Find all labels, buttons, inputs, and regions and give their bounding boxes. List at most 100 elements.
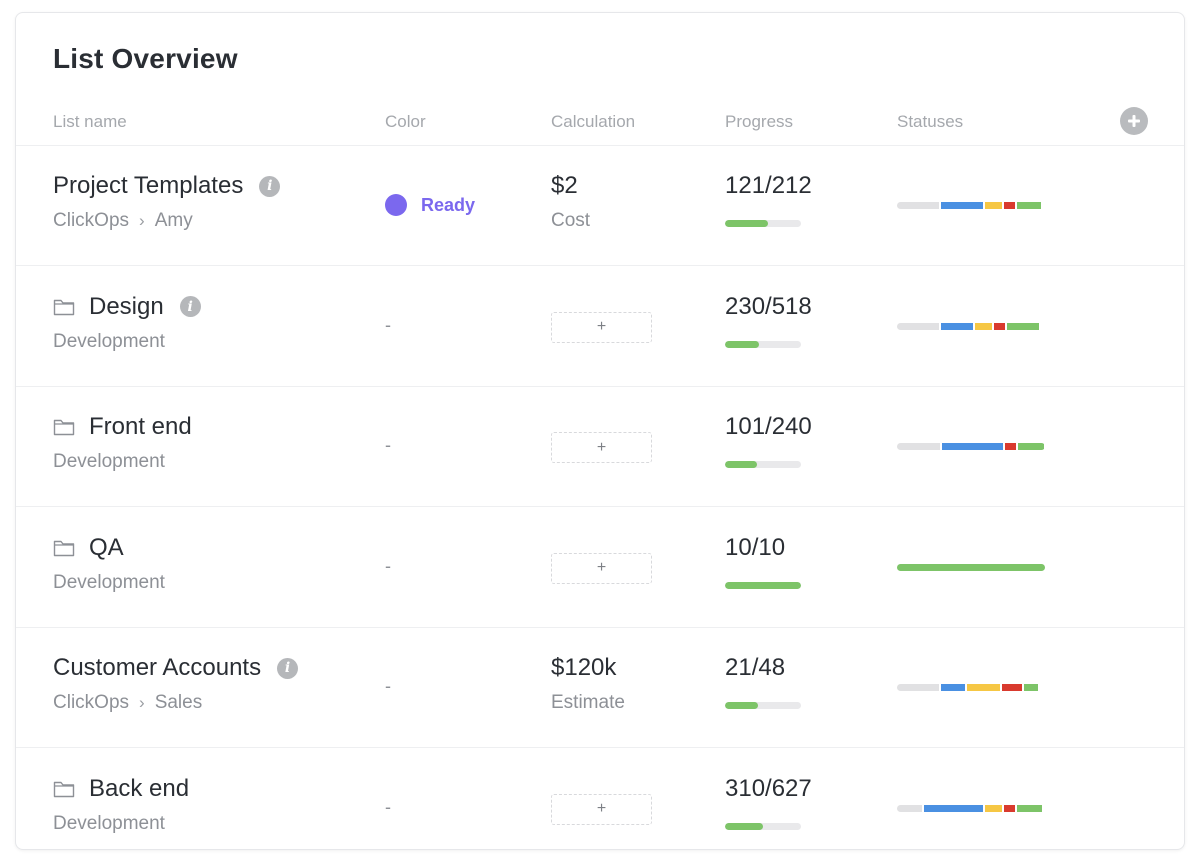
progress-bar-fill: [725, 340, 759, 348]
page-title: List Overview: [53, 43, 238, 74]
calculation-label: Cost: [551, 210, 591, 231]
info-icon[interactable]: i: [179, 296, 201, 317]
status-segment-review[interactable]: [985, 804, 1002, 812]
table-row[interactable]: Design i Development - + 230/518: [16, 267, 1184, 387]
list-location: Development: [53, 330, 165, 352]
progress-bar: [725, 220, 801, 227]
info-icon[interactable]: i: [259, 175, 281, 197]
list-name[interactable]: Project Templates i: [53, 172, 281, 200]
progress-bar-fill: [725, 220, 769, 227]
status-segment-review[interactable]: [985, 202, 1002, 209]
status-segment-blocked[interactable]: [994, 322, 1006, 330]
calculation-value[interactable]: $120k: [551, 654, 616, 682]
progress-count: 10/10: [725, 533, 786, 561]
table-row[interactable]: QA Development - + 10/10: [16, 508, 1184, 628]
add-calculation-button[interactable]: +: [551, 432, 652, 463]
progress-bar: [725, 340, 801, 348]
add-column-button[interactable]: [1120, 107, 1148, 135]
list-name-text: QA: [89, 533, 124, 561]
progress-bar-fill: [725, 461, 757, 468]
progress-count: 310/627: [725, 774, 812, 802]
empty-color[interactable]: -: [385, 676, 391, 697]
breadcrumb: ClickOps › Sales: [53, 692, 202, 714]
status-segment-review[interactable]: [975, 322, 992, 330]
status-distribution-bar[interactable]: [897, 804, 1045, 812]
calculation-label: Estimate: [551, 692, 625, 713]
info-icon[interactable]: i: [277, 657, 299, 679]
list-location: Development: [53, 451, 165, 472]
list-overview-card: List Overview List name Color Calculatio…: [15, 12, 1185, 850]
status-distribution-bar[interactable]: [897, 443, 1045, 450]
color-tag[interactable]: Ready: [385, 194, 475, 216]
status-segment-done[interactable]: [1017, 804, 1043, 812]
breadcrumb-item[interactable]: Amy: [155, 210, 193, 232]
status-segment-done[interactable]: [897, 563, 1045, 571]
status-segment-in-progress[interactable]: [941, 684, 965, 691]
status-segment-done[interactable]: [1007, 322, 1040, 330]
progress-count: 230/518: [725, 292, 812, 320]
list-name[interactable]: Back end: [53, 775, 189, 803]
list-name[interactable]: Customer Accounts i: [53, 654, 299, 682]
list-name[interactable]: Design i: [53, 293, 201, 321]
list-location: Development: [53, 812, 165, 834]
empty-color[interactable]: -: [385, 315, 391, 336]
add-calculation-button[interactable]: +: [551, 311, 652, 343]
breadcrumb-item[interactable]: ClickOps: [53, 692, 129, 714]
table-row[interactable]: Back end Development - + 310/627: [16, 749, 1184, 850]
table-header: List name Color Calculation Progress Sta…: [16, 105, 1184, 146]
list-name-text: Back end: [89, 774, 190, 802]
folder-icon: [53, 781, 75, 797]
status-segment-todo[interactable]: [897, 804, 923, 812]
table-row[interactable]: Front end Development - + 101/240: [16, 387, 1184, 507]
status-segment-blocked[interactable]: [1003, 804, 1015, 812]
column-header-statuses[interactable]: Statuses: [897, 112, 963, 132]
progress-bar-fill: [725, 822, 763, 830]
status-distribution-bar[interactable]: [897, 202, 1045, 209]
breadcrumb-item[interactable]: ClickOps: [53, 210, 129, 232]
calculation-value[interactable]: $2: [551, 172, 578, 200]
empty-color[interactable]: -: [385, 797, 391, 818]
status-segment-done[interactable]: [1018, 443, 1044, 450]
status-distribution-bar[interactable]: [897, 322, 1045, 330]
status-distribution-bar[interactable]: [897, 563, 1045, 571]
plus-circle-icon: [1128, 115, 1140, 127]
list-name-text: Project Templates: [53, 172, 244, 199]
status-segment-in-progress[interactable]: [941, 322, 974, 330]
status-segment-todo[interactable]: [897, 684, 939, 691]
status-segment-in-progress[interactable]: [924, 804, 983, 812]
breadcrumb-item[interactable]: Sales: [155, 692, 203, 714]
empty-color[interactable]: -: [385, 435, 391, 456]
status-segment-blocked[interactable]: [1003, 202, 1015, 209]
status-segment-todo[interactable]: [897, 322, 939, 330]
add-calculation-button[interactable]: +: [551, 552, 652, 584]
table-row[interactable]: Project Templates i ClickOps › Amy Ready $…: [16, 146, 1184, 266]
color-dot-icon: [385, 194, 407, 216]
status-segment-done[interactable]: [1017, 202, 1041, 209]
table-row[interactable]: Customer Accounts i ClickOps › Sales - $12…: [16, 628, 1184, 748]
progress-bar: [725, 461, 801, 468]
progress-count: 121/212: [725, 172, 812, 199]
status-segment-todo[interactable]: [897, 443, 940, 450]
empty-color[interactable]: -: [385, 556, 391, 577]
list-name-text: Customer Accounts: [53, 654, 262, 681]
add-calculation-button[interactable]: +: [551, 793, 652, 825]
status-segment-in-progress[interactable]: [941, 443, 1003, 450]
status-segment-done[interactable]: [1023, 684, 1038, 691]
column-header-color[interactable]: Color: [385, 112, 426, 132]
column-header-list-name[interactable]: List name: [53, 112, 127, 132]
progress-bar: [725, 822, 801, 830]
list-name[interactable]: QA: [53, 534, 124, 562]
progress-bar-fill: [725, 702, 759, 709]
status-segment-todo[interactable]: [897, 202, 939, 209]
color-label: Ready: [421, 194, 476, 215]
list-name[interactable]: Front end: [53, 413, 192, 441]
column-header-progress[interactable]: Progress: [725, 112, 793, 132]
status-segment-blocked[interactable]: [1002, 684, 1022, 691]
progress-bar-fill: [725, 581, 801, 589]
status-segment-review[interactable]: [966, 684, 1001, 691]
status-segment-in-progress[interactable]: [941, 202, 983, 209]
status-segment-blocked[interactable]: [1004, 443, 1017, 450]
status-distribution-bar[interactable]: [897, 684, 1045, 691]
list-name-text: Design: [89, 292, 164, 320]
column-header-calculation[interactable]: Calculation: [551, 112, 635, 132]
